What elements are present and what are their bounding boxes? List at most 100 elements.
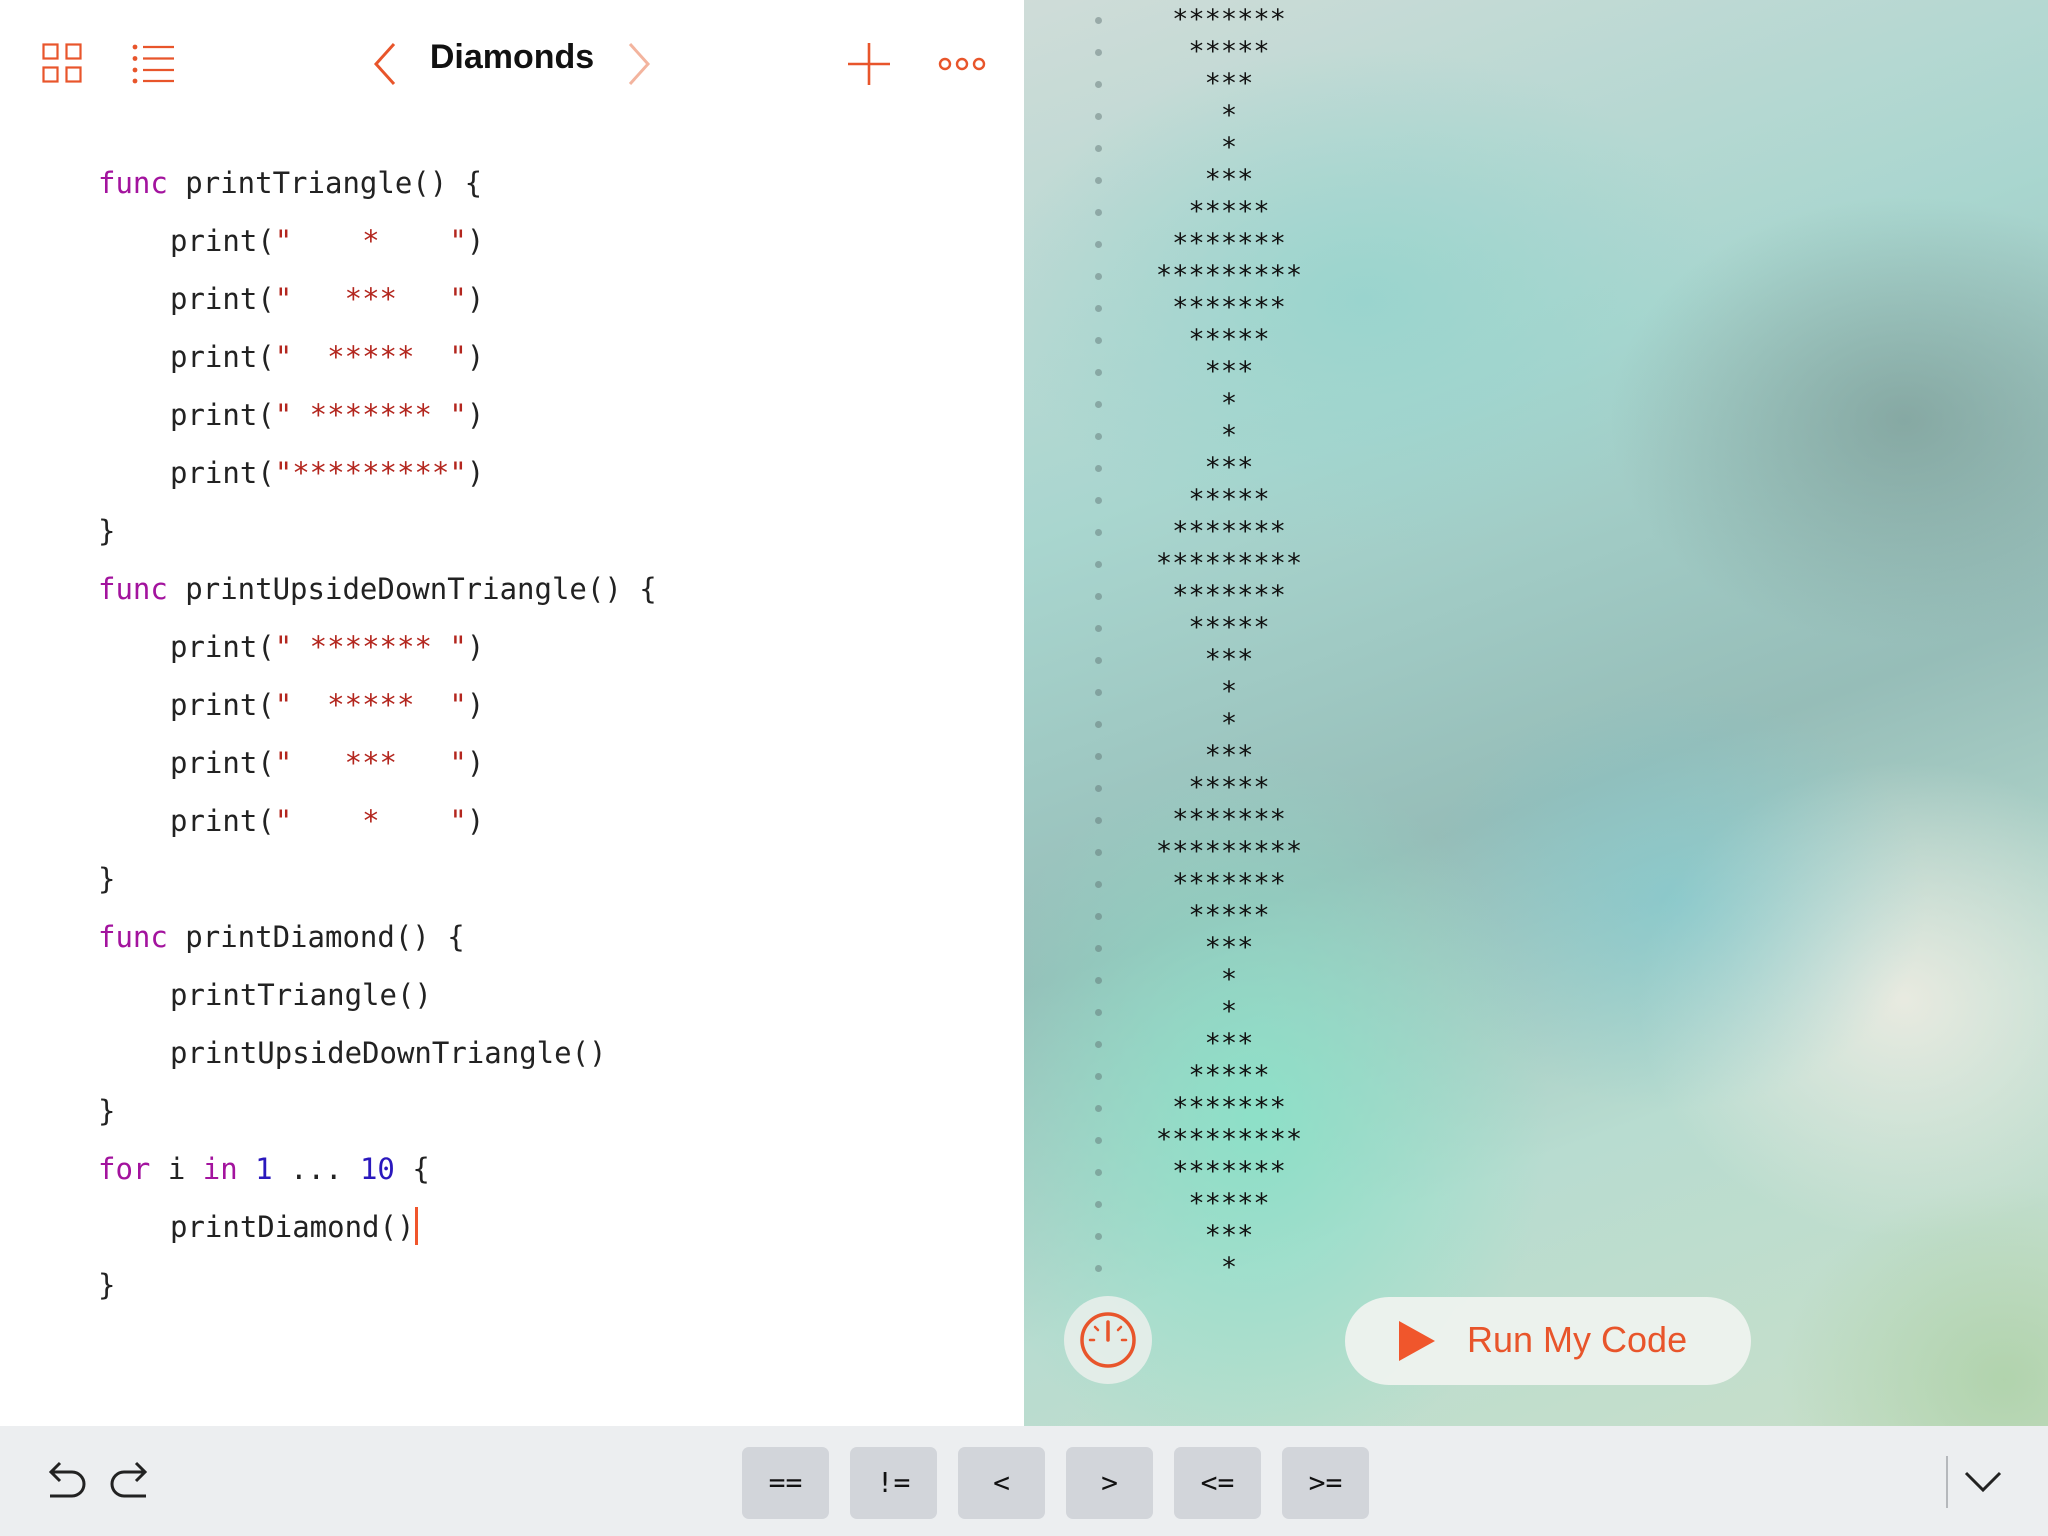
code-text: print(: [170, 340, 275, 374]
console-bullet: [1095, 561, 1102, 568]
console-bullet: [1095, 1233, 1102, 1240]
console-text: *******: [1172, 292, 1286, 323]
code-line[interactable]: print(" *** "): [98, 738, 657, 796]
console-bullet: [1095, 113, 1102, 120]
grid-icon[interactable]: [42, 43, 82, 87]
code-text: ): [466, 746, 485, 780]
console-text: *: [1220, 676, 1238, 707]
console-bullet: [1095, 497, 1102, 504]
code-string: " ***** ": [274, 340, 467, 374]
code-text: ): [466, 456, 485, 490]
console-text: *******: [1172, 228, 1286, 259]
shortcut-bar: == != < > <= >=: [0, 1426, 2048, 1536]
redo-icon[interactable]: [108, 1460, 154, 1506]
code-editor-pane[interactable]: Diamonds func printTriangle() {print(" *…: [0, 0, 1024, 1426]
console-bullet: [1095, 241, 1102, 248]
code-text: }: [98, 862, 116, 896]
code-line[interactable]: func printUpsideDownTriangle() {: [98, 564, 657, 622]
code-text: print(: [170, 224, 275, 258]
code-line[interactable]: }: [98, 1260, 657, 1318]
console-bullet: [1095, 689, 1102, 696]
console-text: ***: [1204, 1028, 1254, 1059]
console-bullet: [1095, 1009, 1102, 1016]
key-less-equal[interactable]: <=: [1174, 1447, 1261, 1519]
console-bullet: [1095, 433, 1102, 440]
console-bullet: [1095, 145, 1102, 152]
code-line[interactable]: print(" *** "): [98, 274, 657, 332]
code-text: ): [466, 804, 485, 838]
console-text: ***: [1204, 356, 1254, 387]
console-text: *: [1220, 100, 1238, 131]
code-line[interactable]: print(" * "): [98, 216, 657, 274]
code-keyword: func: [98, 572, 168, 606]
code-string: " *** ": [274, 282, 467, 316]
code-line[interactable]: printUpsideDownTriangle(): [98, 1028, 657, 1086]
chevron-left-icon[interactable]: [372, 42, 400, 90]
code-text: }: [98, 1094, 116, 1128]
code-line[interactable]: printTriangle(): [98, 970, 657, 1028]
code-text: ): [466, 630, 485, 664]
code-string: " ******* ": [274, 398, 467, 432]
console-bullet: [1095, 593, 1102, 600]
console-text: *******: [1172, 1156, 1286, 1187]
code-text: print(: [170, 456, 275, 490]
key-greater-equal[interactable]: >=: [1282, 1447, 1369, 1519]
chevron-right-icon[interactable]: [624, 42, 652, 90]
key-less-than[interactable]: <: [958, 1447, 1045, 1519]
console-text: *******: [1172, 804, 1286, 835]
key-not-equal[interactable]: !=: [850, 1447, 937, 1519]
code-line[interactable]: print(" * "): [98, 796, 657, 854]
console-bullet: [1095, 977, 1102, 984]
key-greater-than[interactable]: >: [1066, 1447, 1153, 1519]
console-text: *****: [1188, 900, 1270, 931]
console-bullet: [1095, 369, 1102, 376]
speed-button[interactable]: [1064, 1296, 1152, 1384]
console-bullet: [1095, 913, 1102, 920]
code-text: printDiamond(): [170, 1210, 415, 1244]
undo-icon[interactable]: [42, 1460, 88, 1506]
console-text: *****: [1188, 196, 1270, 227]
code-line[interactable]: }: [98, 854, 657, 912]
console-text: *: [1220, 1252, 1238, 1283]
chevron-down-icon[interactable]: [1964, 1470, 2002, 1498]
code-line[interactable]: print(" ***** "): [98, 680, 657, 738]
run-my-code-button[interactable]: Run My Code: [1345, 1297, 1751, 1385]
code-line[interactable]: for i in 1 ... 10 {: [98, 1144, 657, 1202]
console-text: *********: [1155, 260, 1303, 291]
code-line[interactable]: func printDiamond() {: [98, 912, 657, 970]
console-bullet: [1095, 529, 1102, 536]
code-text: {: [394, 1152, 430, 1186]
more-icon[interactable]: [938, 56, 986, 76]
console-text: *: [1220, 420, 1238, 451]
code-text: }: [98, 514, 116, 548]
code-line[interactable]: func printTriangle() {: [98, 158, 657, 216]
code-line[interactable]: printDiamond(): [98, 1202, 657, 1260]
console-bullet: [1095, 785, 1102, 792]
console-bullet: [1095, 209, 1102, 216]
key-equal[interactable]: ==: [742, 1447, 829, 1519]
console-text: *****: [1188, 612, 1270, 643]
list-icon[interactable]: [132, 44, 174, 88]
code-text: printUpsideDownTriangle(): [170, 1036, 607, 1070]
code-keyword: for: [98, 1152, 151, 1186]
code-line[interactable]: print(" ******* "): [98, 390, 657, 448]
play-icon: [1399, 1321, 1435, 1361]
code-text: i: [150, 1152, 203, 1186]
code-text: print(: [170, 398, 275, 432]
code-string: " *** ": [274, 746, 467, 780]
console-text: *******: [1172, 4, 1286, 35]
code-line[interactable]: print("*********"): [98, 448, 657, 506]
code-text: print(: [170, 282, 275, 316]
code-line[interactable]: }: [98, 1086, 657, 1144]
code-line[interactable]: }: [98, 506, 657, 564]
console-bullet: [1095, 337, 1102, 344]
console-bullet: [1095, 1201, 1102, 1208]
console-bullet: [1095, 881, 1102, 888]
live-view-pane: ******* ***** *** * * *** ***** ******* ********…: [1024, 0, 2048, 1426]
plus-icon[interactable]: [848, 43, 890, 89]
console-bullet: [1095, 177, 1102, 184]
code-line[interactable]: print(" ******* "): [98, 622, 657, 680]
code-lines[interactable]: func printTriangle() {print(" * ") print(…: [98, 158, 657, 1318]
code-line[interactable]: print(" ***** "): [98, 332, 657, 390]
